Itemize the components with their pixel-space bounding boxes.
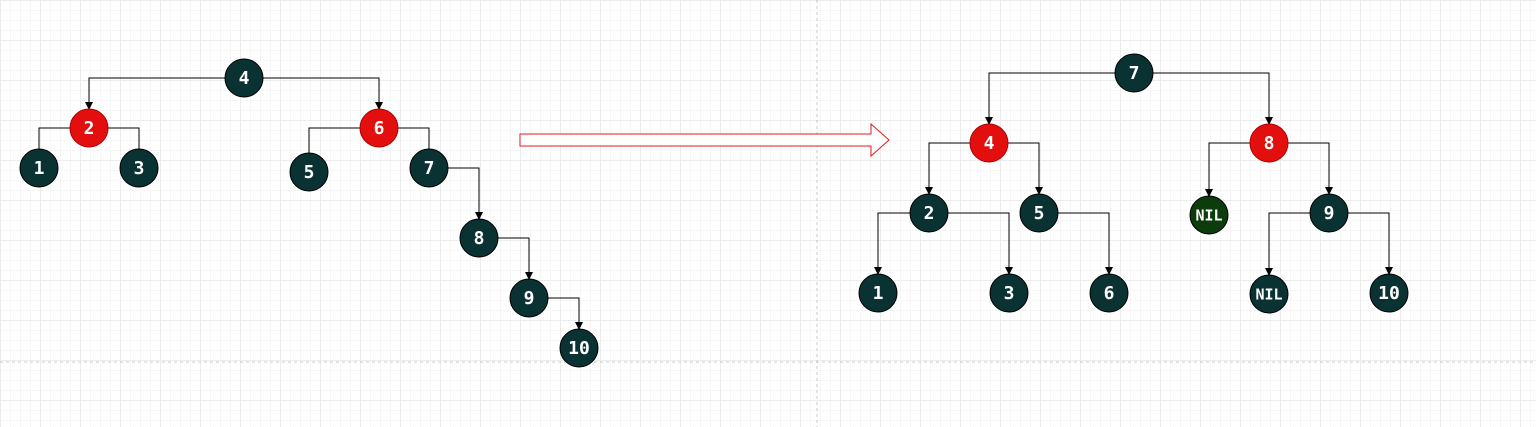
after-node-10: 10: [1369, 273, 1409, 313]
before-tree-nodes: 4 2 6 1 3 5 7 8 9 10: [19, 58, 599, 368]
node-label: 10: [1378, 283, 1400, 304]
before-edge-b4-b2: [85, 77, 225, 110]
before-node-5: 5: [289, 152, 329, 192]
after-node-nil: NIL: [1189, 195, 1229, 235]
node-label: 8: [474, 228, 485, 249]
before-edge-b7-b8: [448, 167, 483, 220]
before-node-3: 3: [119, 148, 159, 188]
after-node-1: 1: [858, 273, 898, 313]
after-edge-a7-a4: [985, 72, 1115, 125]
node-label: 2: [84, 118, 95, 139]
node-label: NIL: [1195, 207, 1222, 225]
node-label: 6: [1104, 283, 1115, 304]
after-edge-a2-a1: [874, 212, 910, 275]
node-label: 1: [873, 283, 884, 304]
after-node-4: 4: [969, 123, 1009, 163]
before-edge-b8-b9: [498, 237, 533, 280]
node-label: 4: [984, 133, 995, 154]
before-edge-b6-b7: [398, 127, 430, 149]
node-label: 5: [304, 162, 315, 183]
after-tree: 7 4 8 2 5 NIL 9 1 3 6 NIL 10: [858, 53, 1409, 314]
diagram-canvas: 4 2 6 1 3 5 7 8 9 10 7 4 8 2 5 NIL 9 1 3 6 NIL 10: [0, 0, 1536, 427]
node-label: NIL: [1255, 286, 1282, 304]
right-arrow-icon: [519, 122, 890, 158]
node-label: 10: [568, 338, 590, 359]
after-edge-a5-a6: [1058, 212, 1113, 275]
before-node-1: 1: [19, 148, 59, 188]
node-label: 6: [374, 118, 385, 139]
after-node-2: 2: [909, 193, 949, 233]
after-tree-nodes: 7 4 8 2 5 NIL 9 1 3 6 NIL 10: [858, 53, 1409, 314]
before-edge-b2-b1: [38, 127, 70, 149]
before-node-4: 4: [224, 58, 264, 98]
node-label: 1: [34, 158, 45, 179]
before-node-9: 9: [509, 278, 549, 318]
after-edge-a8-anil1: [1205, 142, 1250, 197]
node-label: 3: [1004, 283, 1015, 304]
node-label: 7: [424, 158, 435, 179]
node-label: 4: [239, 68, 250, 89]
after-edge-a4-a2: [925, 142, 970, 195]
after-node-3: 3: [989, 273, 1029, 313]
after-node-6: 6: [1089, 273, 1129, 313]
before-tree: 4 2 6 1 3 5 7 8 9 10: [19, 58, 599, 368]
after-edge-a4-a5: [1008, 142, 1043, 195]
node-label: 2: [924, 203, 935, 224]
node-label: 8: [1264, 133, 1275, 154]
after-node-9: 9: [1309, 193, 1349, 233]
after-node-5: 5: [1019, 193, 1059, 233]
after-edge-a2-a3: [948, 212, 1013, 275]
after-edge-a7-a8: [1153, 72, 1273, 125]
node-label: 9: [524, 288, 535, 309]
node-label: 7: [1129, 63, 1140, 84]
node-label: 9: [1324, 203, 1335, 224]
after-edge-a9-anil2: [1265, 212, 1310, 276]
after-node-8: 8: [1249, 123, 1289, 163]
tree-diagram: 4 2 6 1 3 5 7 8 9 10 7 4 8 2 5 NIL 9 1 3 6 NIL 10: [0, 0, 1536, 427]
after-edge-a9-a10: [1348, 212, 1393, 275]
node-label: 5: [1034, 203, 1045, 224]
before-node-7: 7: [409, 148, 449, 188]
after-node-nil: NIL: [1249, 274, 1289, 314]
after-node-7: 7: [1114, 53, 1154, 93]
node-label: 3: [134, 158, 145, 179]
after-tree-edges: [874, 72, 1393, 276]
before-node-2: 2: [69, 108, 109, 148]
after-edge-a8-a9: [1288, 142, 1333, 195]
before-tree-edges: [38, 77, 583, 330]
before-edge-b4-b6: [263, 77, 383, 110]
before-node-10: 10: [559, 328, 599, 368]
before-node-6: 6: [359, 108, 399, 148]
before-edge-b9-b10: [548, 297, 583, 330]
before-edge-b6-b5: [308, 127, 360, 153]
before-node-8: 8: [459, 218, 499, 258]
before-edge-b2-b3: [108, 127, 140, 149]
